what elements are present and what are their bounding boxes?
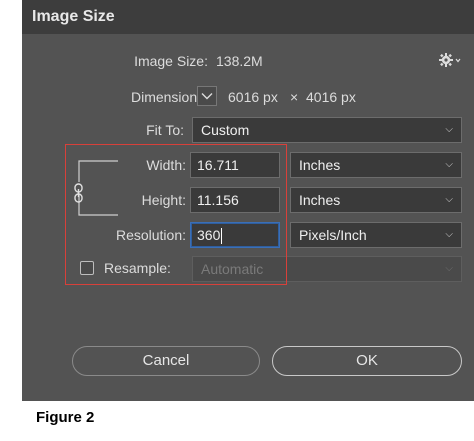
height-unit-value: Inches [299, 192, 341, 208]
fit-to-select[interactable]: Custom ⌵ [192, 117, 462, 143]
resolution-unit-value: Pixels/Inch [299, 227, 367, 243]
resolution-unit-select[interactable]: Pixels/Inch ⌵ [290, 222, 462, 248]
ok-button[interactable]: OK [272, 346, 462, 376]
chevron-down-icon: ⌵ [445, 159, 453, 170]
image-size-label: Image Size: [134, 53, 208, 69]
dialog-title: Image Size [22, 0, 474, 34]
height-unit-select[interactable]: Inches ⌵ [290, 187, 462, 213]
dimensions-width: 6016 px [228, 89, 278, 105]
highlight-annotation-box [65, 144, 287, 285]
gear-icon [439, 53, 461, 67]
figure-caption: Figure 2 [36, 409, 95, 426]
gear-menu[interactable] [438, 51, 462, 69]
dimensions-times: × [290, 89, 299, 105]
dimensions-label: Dimensions: [130, 89, 208, 105]
width-unit-select[interactable]: Inches ⌵ [290, 152, 462, 178]
fit-to-value: Custom [201, 122, 250, 138]
chevron-down-icon [201, 93, 213, 100]
fit-to-label: Fit To: [146, 122, 184, 138]
image-size-value: 138.2M [216, 53, 263, 69]
dimensions-height: 4016 px [306, 89, 356, 105]
cancel-button[interactable]: Cancel [72, 346, 260, 376]
width-unit-value: Inches [299, 157, 341, 173]
chevron-down-icon: ⌵ [445, 229, 453, 240]
chevron-down-icon: ⌵ [445, 194, 453, 205]
chevron-down-icon: ⌵ [445, 263, 453, 274]
chevron-down-icon: ⌵ [445, 124, 453, 135]
dimensions-toggle[interactable] [197, 86, 217, 106]
